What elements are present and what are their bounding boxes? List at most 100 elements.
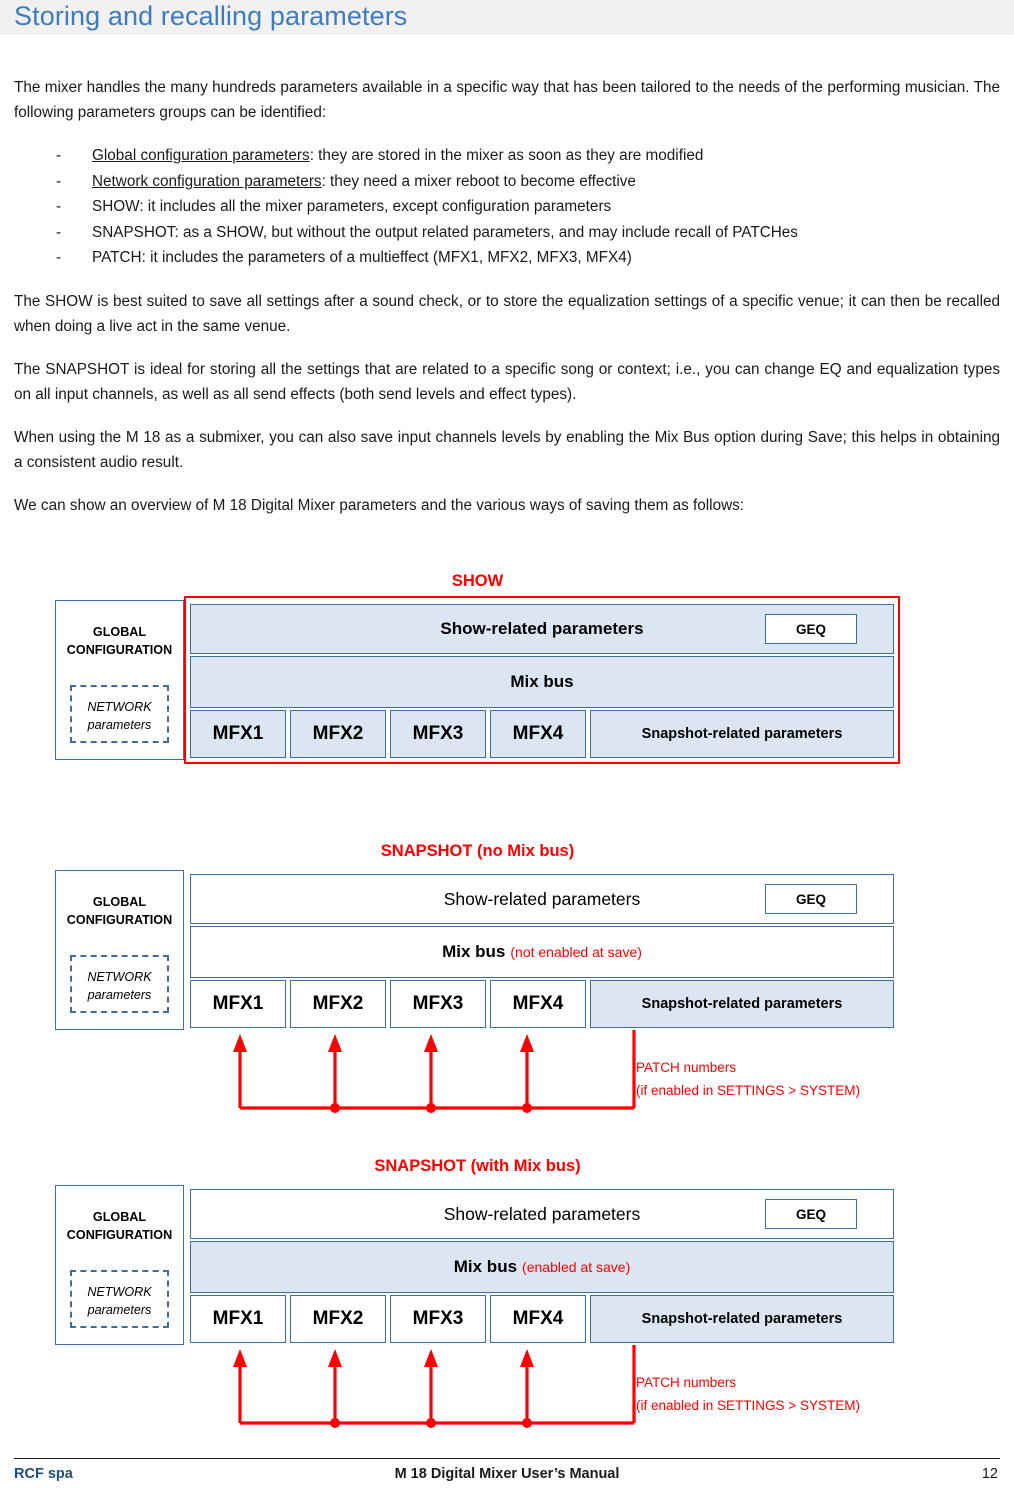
mix-bus-row: Mix bus (enabled at save) bbox=[190, 1241, 894, 1293]
show-related-parameters-label: Show-related parameters bbox=[443, 888, 641, 909]
mix-bus-row: Mix bus (not enabled at save) bbox=[190, 926, 894, 978]
list-item: - PATCH: it includes the parameters of a … bbox=[14, 245, 1000, 271]
bullet-rest: : they need a mixer reboot to become eff… bbox=[321, 172, 636, 190]
show-related-parameters-row: Show-related parameters GEQ bbox=[190, 1189, 894, 1239]
global-configuration-box: GLOBAL CONFIGURATION NETWORK parameters bbox=[55, 1185, 184, 1345]
parameter-stack: Show-related parameters GEQ Mix bus (ena… bbox=[184, 1185, 900, 1345]
mfx-row: MFX1 MFX2 MFX3 MFX4 Snapshot-related par… bbox=[190, 1295, 894, 1343]
mfx3-box: MFX3 bbox=[390, 710, 486, 758]
paragraph-show: The SHOW is best suited to save all sett… bbox=[14, 292, 1000, 335]
global-configuration-line1: GLOBAL bbox=[92, 895, 147, 909]
patch-numbers-line2: (if enabled in SETTINGS > SYSTEM) bbox=[636, 1083, 860, 1098]
mfx3-box: MFX3 bbox=[390, 980, 486, 1028]
mix-bus-row: Mix bus bbox=[190, 656, 894, 708]
diagram-snapshot-with-mixbus: SNAPSHOT (with Mix bus) GLOBAL CONFIGURA… bbox=[55, 1157, 900, 1428]
network-line1: NETWORK bbox=[87, 700, 152, 714]
bullet-rest: : it includes the parameters of a multie… bbox=[141, 249, 632, 266]
network-line1: NETWORK bbox=[87, 1285, 152, 1299]
global-configuration-line2: CONFIGURATION bbox=[66, 1228, 173, 1242]
page-footer: RCF spa M 18 Digital Mixer User’s Manual… bbox=[14, 1462, 1000, 1492]
global-configuration-label: GLOBAL CONFIGURATION bbox=[56, 1208, 183, 1244]
patch-numbers-line1: PATCH numbers bbox=[636, 1375, 737, 1390]
document-content: The mixer handles the many hundreds para… bbox=[14, 75, 1000, 518]
bullet-dash: - bbox=[56, 223, 62, 241]
global-configuration-label: GLOBAL CONFIGURATION bbox=[56, 623, 183, 659]
mix-bus-note: (not enabled at save) bbox=[510, 944, 642, 960]
patch-numbers-connector: PATCH numbers (if enabled in SETTINGS > … bbox=[184, 1028, 964, 1120]
network-parameters-label: NETWORK parameters bbox=[72, 698, 167, 734]
bullet-dash: - bbox=[56, 249, 62, 266]
network-parameters-label: NETWORK parameters bbox=[72, 968, 167, 1004]
diagram-title: SHOW bbox=[451, 572, 504, 590]
patch-numbers-label: PATCH numbers (if enabled in SETTINGS > … bbox=[636, 1371, 860, 1417]
mfx2-box: MFX2 bbox=[290, 710, 386, 758]
geq-box: GEQ bbox=[765, 1199, 857, 1229]
show-related-parameters-row: Show-related parameters GEQ bbox=[190, 874, 894, 924]
snapshot-related-parameters-box: Snapshot-related parameters bbox=[590, 1295, 894, 1343]
mfx1-box: MFX1 bbox=[190, 980, 286, 1028]
mfx2-box: MFX2 bbox=[290, 1295, 386, 1343]
footer-page-number: 12 bbox=[981, 1466, 998, 1482]
list-item: - Global configuration parameters: they a… bbox=[14, 143, 1000, 169]
network-parameters-label: NETWORK parameters bbox=[72, 1283, 167, 1319]
global-configuration-line2: CONFIGURATION bbox=[66, 913, 173, 927]
mfx2-box: MFX2 bbox=[290, 980, 386, 1028]
patch-numbers-line2: (if enabled in SETTINGS > SYSTEM) bbox=[636, 1398, 860, 1413]
mfx-row: MFX1 MFX2 MFX3 MFX4 Snapshot-related par… bbox=[190, 710, 894, 758]
bullet-dash: - bbox=[56, 147, 62, 164]
diagram-title: SNAPSHOT (with Mix bus) bbox=[374, 1157, 581, 1175]
snapshot-related-parameters-box: Snapshot-related parameters bbox=[590, 980, 894, 1028]
mfx1-box: MFX1 bbox=[190, 710, 286, 758]
network-line1: NETWORK bbox=[87, 970, 152, 984]
diagram-title: SNAPSHOT (no Mix bus) bbox=[380, 842, 575, 860]
mix-bus-label: Mix bus bbox=[442, 942, 506, 961]
footer-divider bbox=[14, 1458, 1000, 1459]
paragraph-snapshot: The SNAPSHOT is ideal for storing all th… bbox=[14, 360, 1000, 403]
bullet-term: PATCH bbox=[92, 249, 142, 266]
network-parameters-box: NETWORK parameters bbox=[70, 1270, 169, 1328]
patch-numbers-connector: PATCH numbers (if enabled in SETTINGS > … bbox=[184, 1343, 964, 1435]
parameter-stack: Show-related parameters GEQ Mix bus MFX1… bbox=[184, 600, 900, 760]
show-related-parameters-row: Show-related parameters GEQ bbox=[190, 604, 894, 654]
list-item: - SNAPSHOT: as a SHOW, but without the ou… bbox=[14, 220, 1000, 246]
global-configuration-box: GLOBAL CONFIGURATION NETWORK parameters bbox=[55, 600, 184, 760]
global-configuration-line1: GLOBAL bbox=[92, 625, 147, 639]
list-item: - SHOW: it includes all the mixer paramet… bbox=[14, 194, 1000, 220]
bullet-term: Global configuration parameters bbox=[92, 147, 310, 164]
global-configuration-line2: CONFIGURATION bbox=[66, 643, 173, 657]
geq-box: GEQ bbox=[765, 884, 857, 914]
mfx-row: MFX1 MFX2 MFX3 MFX4 Snapshot-related par… bbox=[190, 980, 894, 1028]
bullet-term: SNAPSHOT bbox=[92, 223, 175, 241]
paragraph-submixer: When using the M 18 as a submixer, you c… bbox=[14, 428, 1000, 471]
geq-box: GEQ bbox=[765, 614, 857, 644]
paragraph-overview: We can show an overview of M 18 Digital … bbox=[14, 496, 745, 514]
footer-document-title: M 18 Digital Mixer User’s Manual bbox=[394, 1466, 620, 1482]
bullet-dash: - bbox=[56, 198, 62, 215]
patch-numbers-label: PATCH numbers (if enabled in SETTINGS > … bbox=[636, 1056, 860, 1102]
global-configuration-label: GLOBAL CONFIGURATION bbox=[56, 893, 183, 929]
snapshot-related-parameters-box: Snapshot-related parameters bbox=[590, 710, 894, 758]
mfx3-box: MFX3 bbox=[390, 1295, 486, 1343]
list-item: - Network configuration parameters: they … bbox=[14, 169, 1000, 195]
bullet-rest: : they are stored in the mixer as soon a… bbox=[309, 147, 704, 164]
diagram-snapshot-no-mixbus: SNAPSHOT (no Mix bus) GLOBAL CONFIGURATI… bbox=[55, 842, 900, 1113]
bullet-term: Network configuration parameters bbox=[92, 172, 322, 190]
parameter-stack: Show-related parameters GEQ Mix bus (not… bbox=[184, 870, 900, 1030]
parameter-groups-list: - Global configuration parameters: they a… bbox=[14, 143, 1000, 271]
bullet-term: SHOW bbox=[92, 198, 140, 215]
network-line2: parameters bbox=[87, 718, 152, 732]
mfx4-box: MFX4 bbox=[490, 1295, 586, 1343]
network-line2: parameters bbox=[87, 988, 152, 1002]
bullet-dash: - bbox=[56, 172, 62, 190]
network-line2: parameters bbox=[87, 1303, 152, 1317]
network-parameters-box: NETWORK parameters bbox=[70, 685, 169, 743]
show-related-parameters-label: Show-related parameters bbox=[440, 619, 644, 638]
network-parameters-box: NETWORK parameters bbox=[70, 955, 169, 1013]
global-configuration-box: GLOBAL CONFIGURATION NETWORK parameters bbox=[55, 870, 184, 1030]
mfx4-box: MFX4 bbox=[490, 980, 586, 1028]
page-title: Storing and recalling parameters bbox=[14, 1, 408, 31]
show-related-parameters-label: Show-related parameters bbox=[443, 1203, 641, 1224]
mix-bus-label: Mix bus bbox=[453, 1257, 518, 1276]
mfx1-box: MFX1 bbox=[190, 1295, 286, 1343]
bullet-rest: : it includes all the mixer parameters, … bbox=[139, 198, 612, 215]
